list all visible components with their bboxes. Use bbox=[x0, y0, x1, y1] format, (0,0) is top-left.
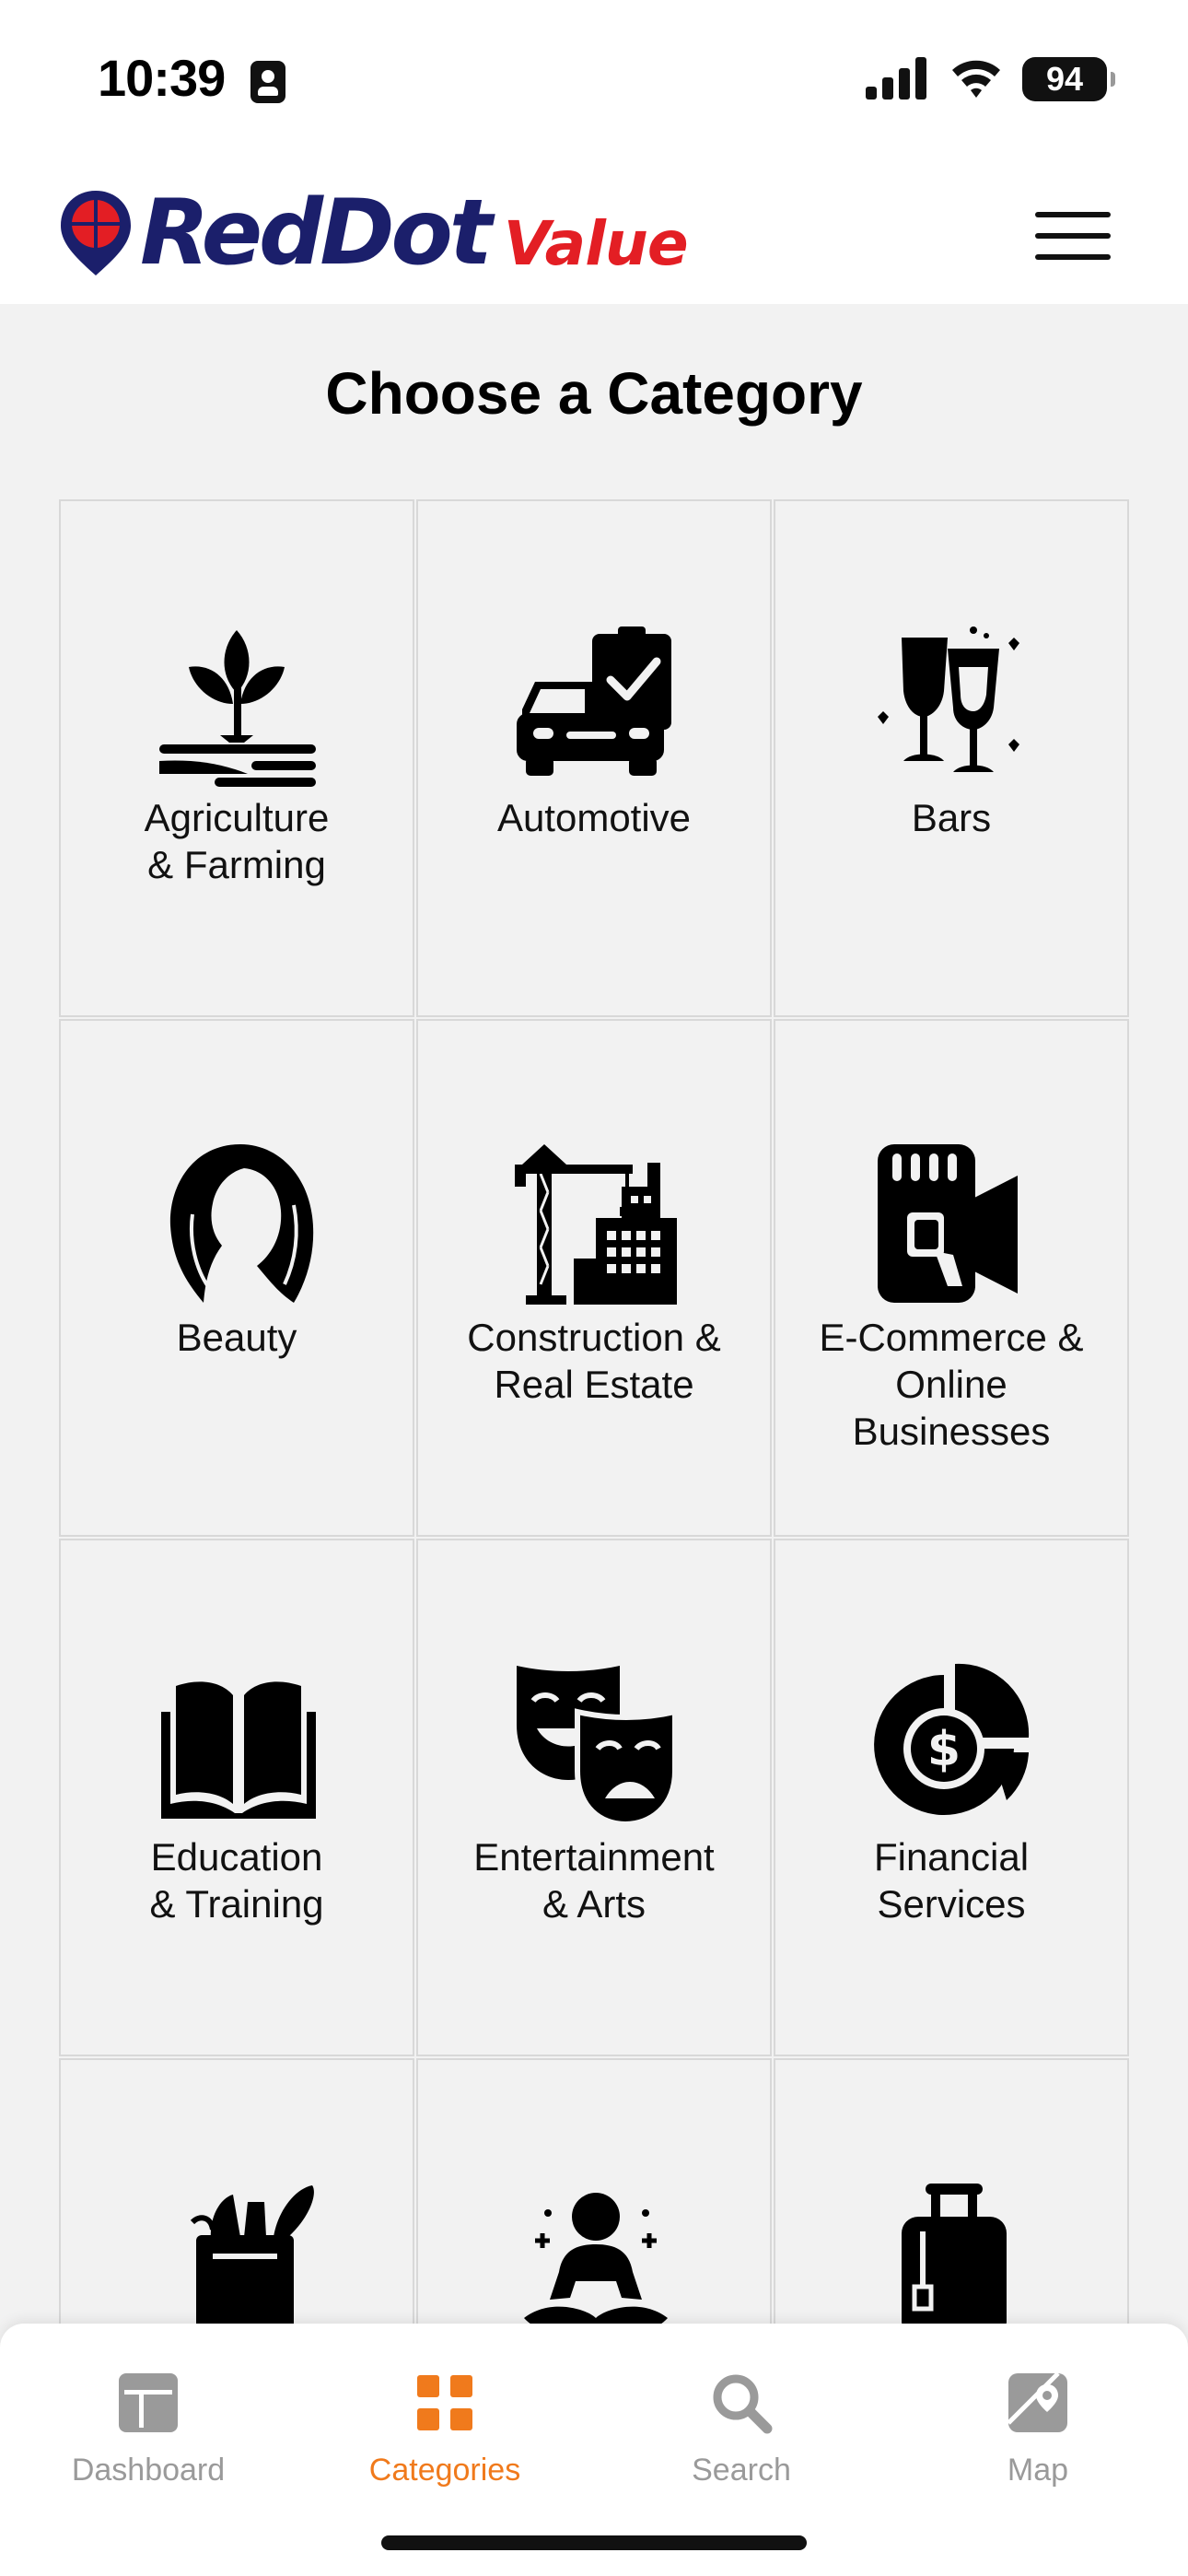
hamburger-icon bbox=[1035, 212, 1111, 217]
logo-main-text: RedDot bbox=[140, 181, 493, 286]
category-label: E-Commerce & Online Businesses bbox=[819, 1316, 1084, 1453]
luggage-icon bbox=[902, 2184, 1007, 2338]
tab-label: Dashboard bbox=[71, 2453, 226, 2488]
page-title: Choose a Category bbox=[325, 360, 863, 427]
category-tile-financial[interactable]: $ Financial Services bbox=[774, 1539, 1129, 2056]
dollar-pie-chart-icon: $ bbox=[874, 1663, 1030, 1815]
meditation-icon bbox=[524, 2193, 668, 2335]
category-tile-beauty[interactable]: Beauty bbox=[59, 1019, 414, 1537]
category-label: Construction & Real Estate bbox=[467, 1316, 721, 1406]
tab-dashboard[interactable]: Dashboard bbox=[0, 2346, 297, 2502]
reddot-value-logo[interactable]: RedDot Value bbox=[57, 181, 689, 286]
plant-icon bbox=[159, 630, 316, 787]
category-tile-agriculture[interactable]: Agriculture & Farming bbox=[59, 499, 414, 1017]
home-indicator[interactable] bbox=[381, 2535, 807, 2550]
location-pin-icon bbox=[61, 191, 131, 275]
category-label: Entertainment & Arts bbox=[473, 1835, 715, 1926]
category-label: Education & Training bbox=[149, 1835, 324, 1926]
map-icon bbox=[1007, 2371, 1067, 2432]
category-tile-ecommerce[interactable]: E-Commerce & Online Businesses bbox=[774, 1019, 1129, 1537]
tab-map[interactable]: Map bbox=[890, 2346, 1186, 2502]
logo-sub-text: Value bbox=[503, 207, 689, 279]
tab-search[interactable]: Search bbox=[593, 2346, 890, 2502]
contact-card-icon bbox=[250, 61, 285, 103]
woman-hair-icon bbox=[169, 1144, 314, 1303]
grocery-bag-icon bbox=[190, 2185, 314, 2346]
category-label: Financial Services bbox=[873, 1835, 1030, 1926]
car-checklist-icon bbox=[517, 626, 671, 776]
svg-text:$: $ bbox=[927, 1722, 961, 1777]
status-bar: 10:39 94 bbox=[0, 0, 1188, 157]
category-label: Beauty bbox=[176, 1316, 297, 1359]
category-tile-construction[interactable]: Construction & Real Estate bbox=[416, 1019, 772, 1537]
phone-megaphone-icon bbox=[878, 1144, 1018, 1303]
app-header: RedDot Value bbox=[0, 157, 1188, 304]
crane-building-icon bbox=[515, 1144, 677, 1305]
theater-masks-icon bbox=[517, 1666, 678, 1826]
category-tile-education[interactable]: Education & Training bbox=[59, 1539, 414, 2056]
dashboard-icon bbox=[119, 2373, 178, 2432]
category-tile-automotive[interactable]: Automotive bbox=[416, 499, 772, 1017]
grid-icon bbox=[417, 2375, 472, 2430]
tab-label: Map bbox=[1007, 2453, 1069, 2488]
hamburger-menu-button[interactable] bbox=[1031, 208, 1114, 263]
search-icon bbox=[713, 2374, 773, 2434]
wifi-icon bbox=[952, 60, 1000, 98]
open-book-icon bbox=[161, 1681, 316, 1819]
tab-label: Search bbox=[692, 2453, 791, 2488]
cellular-signal-icon bbox=[866, 57, 926, 100]
tab-categories[interactable]: Categories bbox=[297, 2346, 593, 2502]
category-label: Bars bbox=[911, 796, 992, 839]
status-time: 10:39 bbox=[98, 49, 226, 107]
tab-label: Categories bbox=[368, 2453, 521, 2488]
category-tile-bars[interactable]: Bars bbox=[774, 499, 1129, 1017]
category-label: Agriculture & Farming bbox=[144, 796, 330, 886]
category-tile-entertainment[interactable]: Entertainment & Arts bbox=[416, 1539, 772, 2056]
battery-indicator: 94 bbox=[1022, 57, 1115, 101]
category-label: Automotive bbox=[496, 796, 692, 839]
wine-glasses-icon bbox=[878, 626, 1019, 772]
